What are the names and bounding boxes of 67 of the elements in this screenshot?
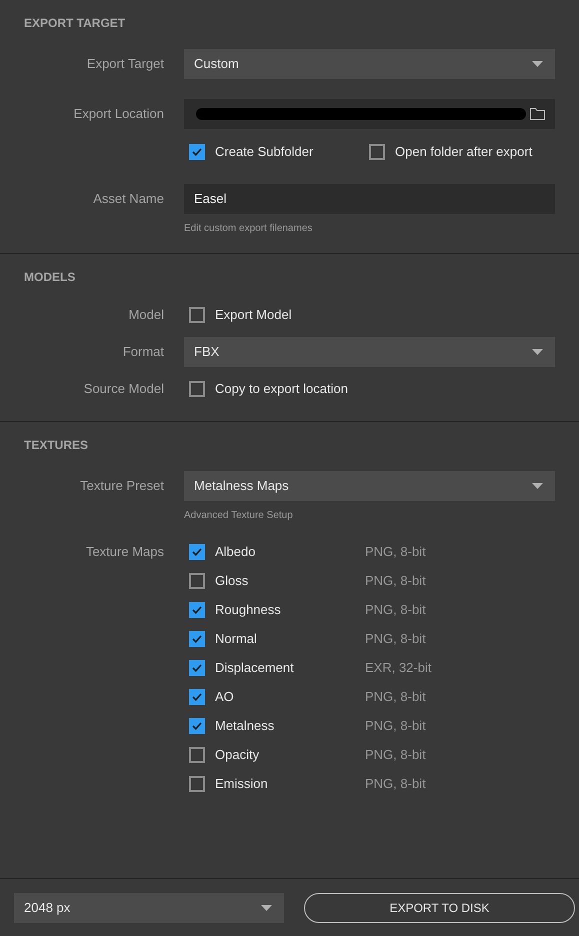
checkbox[interactable] <box>189 544 205 560</box>
checkbox-label[interactable]: Export Model <box>215 305 292 325</box>
format-text: PNG, 8-bit <box>365 717 426 736</box>
checkbox[interactable] <box>189 718 205 734</box>
checkbox-label[interactable]: Roughness <box>215 600 281 620</box>
field-label: Export Location <box>72 105 165 124</box>
checkbox-label[interactable]: Normal <box>215 629 257 649</box>
checkbox[interactable] <box>189 631 205 647</box>
checkmark-icon <box>192 693 202 701</box>
folder-icon[interactable] <box>530 108 545 120</box>
caret-icon <box>532 349 543 355</box>
field-label: Texture Preset <box>79 477 165 496</box>
text-field[interactable]: Easel <box>184 184 555 214</box>
checkbox-label[interactable]: AO <box>215 687 234 707</box>
checkmark-icon <box>192 635 202 643</box>
dropdown[interactable]: Custom <box>184 49 555 79</box>
caret-icon <box>532 483 543 489</box>
format-text: PNG, 8-bit <box>365 601 426 620</box>
checkbox-label[interactable]: Emission <box>215 774 268 794</box>
field-label: Format <box>122 343 165 362</box>
checkbox-label[interactable]: Displacement <box>215 658 294 678</box>
dropdown[interactable]: FBX <box>184 337 555 367</box>
checkbox[interactable] <box>189 776 205 792</box>
hint-text: Advanced Texture Setup <box>184 509 294 522</box>
format-text: PNG, 8-bit <box>365 688 426 706</box>
path-field[interactable] <box>184 99 555 129</box>
field-label: Source Model <box>82 380 165 398</box>
format-text: EXR, 32-bit <box>365 659 432 678</box>
section-heading: TEXTURES <box>24 438 90 453</box>
checkbox-label[interactable]: Create Subfolder <box>215 142 314 162</box>
checkmark-icon <box>192 664 202 672</box>
section-heading: MODELS <box>24 270 76 285</box>
checkbox[interactable] <box>189 381 205 397</box>
dropdown[interactable]: Metalness Maps <box>184 471 555 501</box>
checkbox[interactable] <box>189 660 205 676</box>
section-heading: EXPORT TARGET <box>24 16 126 31</box>
hint-text: Edit custom export filenames <box>184 222 314 235</box>
checkbox[interactable] <box>189 144 205 160</box>
checkbox-label[interactable]: Albedo <box>215 542 256 562</box>
format-text: PNG, 8-bit <box>365 775 426 794</box>
checkbox[interactable] <box>189 747 205 763</box>
checkbox[interactable] <box>369 144 385 160</box>
format-text: PNG, 8-bit <box>365 572 426 590</box>
format-text: PNG, 8-bit <box>365 746 426 764</box>
dropdown[interactable]: 2048 px <box>14 892 284 922</box>
field-label: Model <box>128 306 165 324</box>
field-label: Texture Maps <box>84 543 165 561</box>
caret-icon <box>532 61 543 67</box>
checkbox-label[interactable]: Opacity <box>215 745 260 765</box>
checkmark-icon <box>192 548 202 556</box>
format-text: PNG, 8-bit <box>365 630 426 648</box>
checkbox[interactable] <box>189 307 205 323</box>
checkbox-label[interactable]: Metalness <box>215 716 274 736</box>
export-button[interactable]: EXPORT TO DISK <box>304 892 575 922</box>
checkbox-label[interactable]: Gloss <box>215 571 248 591</box>
checkbox[interactable] <box>189 689 205 705</box>
checkbox[interactable] <box>189 602 205 618</box>
checkbox-label[interactable]: Open folder after export <box>395 142 532 162</box>
field-label: Asset Name <box>92 190 165 208</box>
checkbox[interactable] <box>189 573 205 589</box>
caret-icon <box>261 904 272 910</box>
checkmark-icon <box>192 606 202 614</box>
format-text: PNG, 8-bit <box>365 543 426 562</box>
checkbox-label[interactable]: Copy to export location <box>215 379 348 399</box>
checkmark-icon <box>192 722 202 730</box>
field-label: Export Target <box>86 55 165 74</box>
checkmark-icon <box>192 148 202 156</box>
